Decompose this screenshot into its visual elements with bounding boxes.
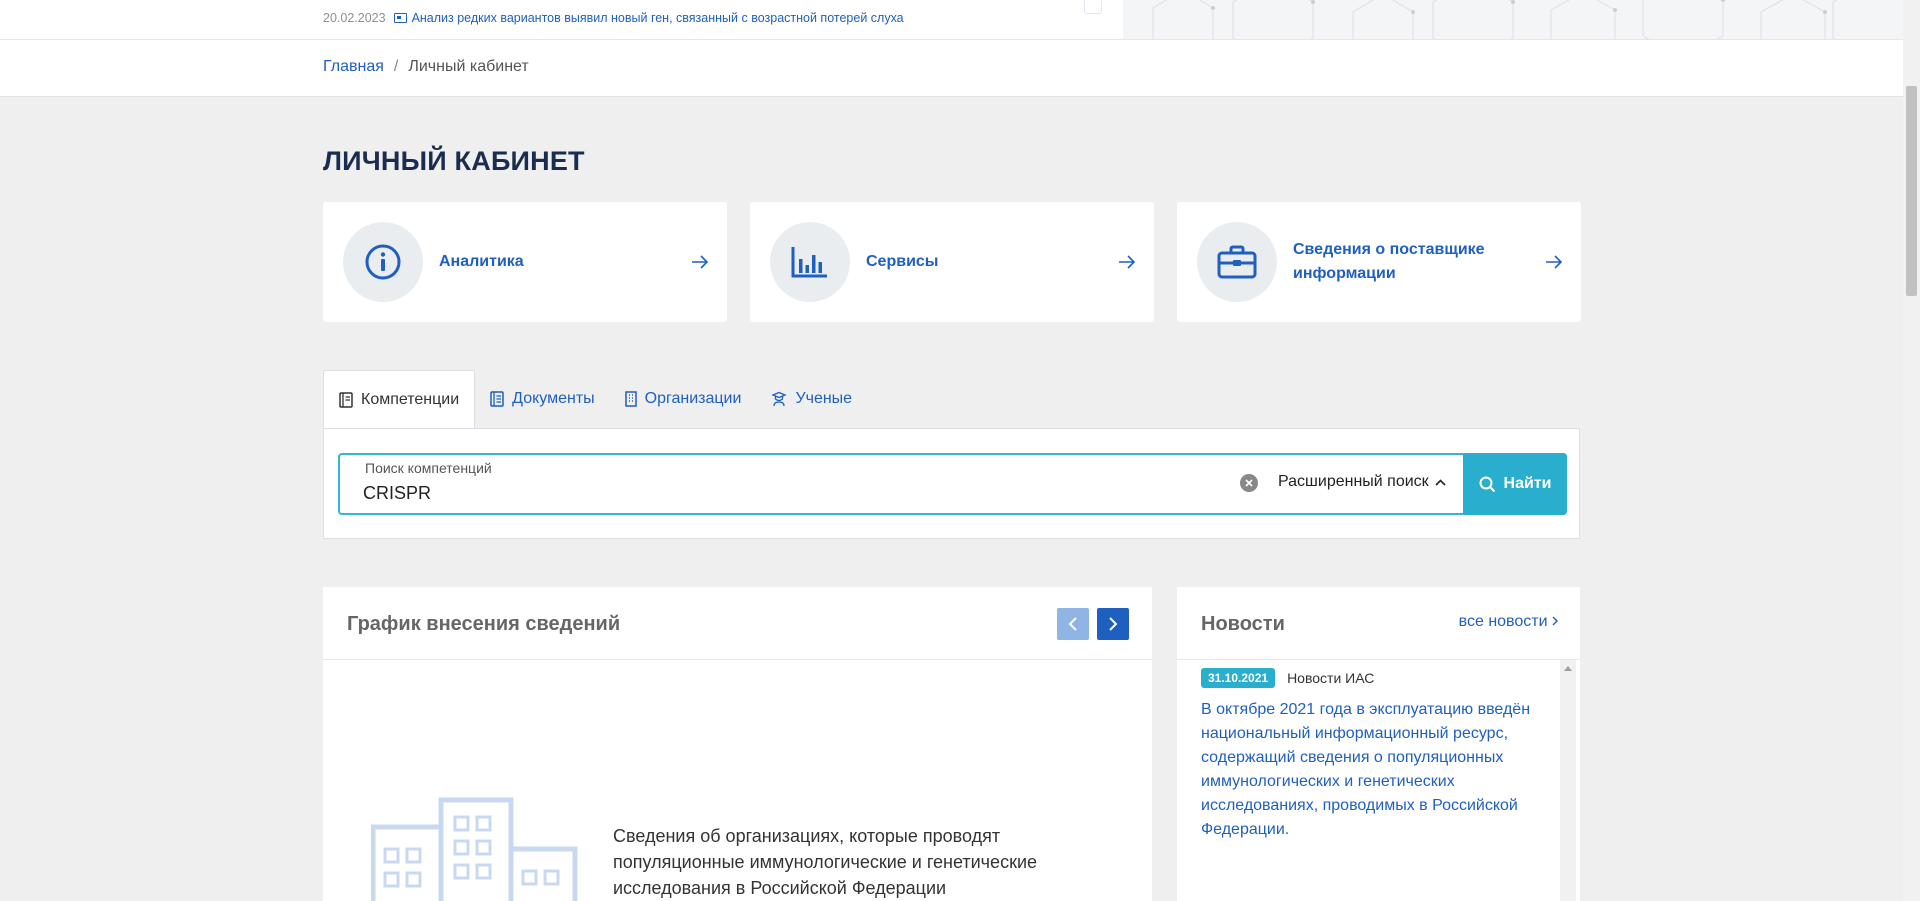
buildings-illustration bbox=[371, 797, 578, 901]
card-icon-circle bbox=[343, 222, 423, 302]
arrow-right-icon bbox=[1546, 255, 1563, 269]
card-services[interactable]: Сервисы bbox=[750, 202, 1154, 322]
news-ticker: 20.02.2023 Анализ редких вариантов выяви… bbox=[323, 11, 904, 25]
panel-title: Новости bbox=[1201, 613, 1285, 635]
tab-label: Компетенции bbox=[361, 391, 460, 408]
news-scrollbar[interactable] bbox=[1560, 660, 1576, 901]
breadcrumb-home-link[interactable]: Главная bbox=[323, 58, 384, 76]
card-label: Сервисы bbox=[866, 253, 939, 270]
info-icon bbox=[365, 244, 401, 280]
ticker-toggle[interactable] bbox=[1084, 0, 1102, 14]
news-source: Новости ИАС bbox=[1287, 670, 1375, 686]
panel-title: График внесения сведений bbox=[347, 613, 621, 635]
panel-header: Новости все новости bbox=[1177, 587, 1580, 660]
tab-label: Ученые bbox=[795, 390, 853, 407]
tab-label: Организации bbox=[644, 390, 742, 407]
building-icon bbox=[624, 391, 637, 407]
card-label: Сведения о поставщике информации bbox=[1293, 241, 1485, 282]
book-icon bbox=[339, 392, 353, 408]
document-icon bbox=[490, 391, 504, 407]
briefcase-icon bbox=[1217, 245, 1257, 279]
breadcrumb-current: Личный кабинет bbox=[408, 58, 529, 75]
find-button-label: Найти bbox=[1503, 475, 1552, 492]
card-icon-circle bbox=[770, 222, 850, 302]
arrow-right-icon bbox=[692, 255, 709, 269]
bar-chart-icon bbox=[791, 247, 827, 278]
search-icon bbox=[1479, 476, 1495, 492]
news-text[interactable]: В октябре 2021 года в эксплуатацию введё… bbox=[1201, 698, 1541, 842]
search-label: Поиск компетенций bbox=[365, 460, 492, 476]
news-meta: 31.10.2021 Новости ИАС bbox=[1201, 668, 1541, 688]
tab-competencies[interactable]: Компетенции bbox=[323, 370, 476, 429]
panel-description: Сведения об организациях, которые провод… bbox=[613, 826, 1038, 898]
chevron-up-icon bbox=[1435, 478, 1446, 486]
arrow-right-icon bbox=[1119, 255, 1136, 269]
search-tabs: Компетенции Документы Организации Ученые bbox=[323, 370, 867, 429]
data-schedule-panel: График внесения сведений Сведения об орг bbox=[323, 587, 1152, 901]
close-icon bbox=[1245, 479, 1253, 487]
news-panel: Новости все новости 31.10.2021 Новости И… bbox=[1177, 587, 1580, 901]
search-input[interactable] bbox=[363, 481, 1183, 505]
clear-search-button[interactable] bbox=[1240, 474, 1258, 492]
scrollbar-thumb[interactable] bbox=[1906, 86, 1917, 296]
news-item[interactable]: 31.10.2021 Новости ИАС В октябре 2021 го… bbox=[1201, 668, 1541, 842]
newspaper-icon bbox=[393, 13, 407, 23]
top-news-strip: 20.02.2023 Анализ редких вариантов выяви… bbox=[0, 0, 1903, 40]
scroll-up-arrow-icon[interactable] bbox=[1564, 666, 1572, 671]
breadcrumb-separator: / bbox=[393, 58, 399, 75]
all-news-label: все новости bbox=[1458, 613, 1548, 630]
card-provider-info[interactable]: Сведения о поставщике информации bbox=[1177, 202, 1581, 322]
previous-button[interactable] bbox=[1057, 608, 1089, 640]
page-scrollbar[interactable] bbox=[1903, 0, 1920, 901]
search-panel: Поиск компетенций Расширенный поиск Найт… bbox=[323, 428, 1580, 539]
tab-organizations[interactable]: Организации bbox=[610, 370, 757, 428]
breadcrumb: Главная / Личный кабинет bbox=[323, 58, 529, 76]
tab-label: Документы bbox=[512, 390, 595, 407]
advanced-search-label: Расширенный поиск bbox=[1278, 473, 1429, 490]
tab-scientists[interactable]: Ученые bbox=[756, 370, 867, 428]
card-analytics[interactable]: Аналитика bbox=[323, 202, 727, 322]
chevron-left-icon bbox=[1068, 617, 1077, 631]
breadcrumb-bar: Главная / Личный кабинет bbox=[0, 40, 1903, 97]
find-button[interactable]: Найти bbox=[1463, 453, 1567, 515]
search-box: Поиск компетенций Расширенный поиск Найт… bbox=[338, 453, 1567, 515]
hexagon-pattern-decoration bbox=[1123, 0, 1903, 39]
card-icon-circle bbox=[1197, 222, 1277, 302]
page-title: ЛИЧНЫЙ КАБИНЕТ bbox=[323, 146, 585, 176]
advanced-search-toggle[interactable]: Расширенный поиск bbox=[1278, 473, 1446, 491]
news-date-badge: 31.10.2021 bbox=[1201, 668, 1276, 688]
panel-header: График внесения сведений bbox=[323, 587, 1152, 660]
tab-documents[interactable]: Документы bbox=[475, 370, 609, 428]
chevron-right-icon bbox=[1552, 616, 1558, 626]
card-label: Аналитика bbox=[439, 253, 524, 270]
news-ticker-link[interactable]: Анализ редких вариантов выявил новый ген… bbox=[412, 11, 904, 25]
next-button[interactable] bbox=[1097, 608, 1129, 640]
news-ticker-date: 20.02.2023 bbox=[323, 11, 386, 25]
scientist-icon bbox=[771, 391, 788, 407]
all-news-link[interactable]: все новости bbox=[1459, 613, 1558, 631]
chevron-right-icon bbox=[1109, 617, 1118, 631]
